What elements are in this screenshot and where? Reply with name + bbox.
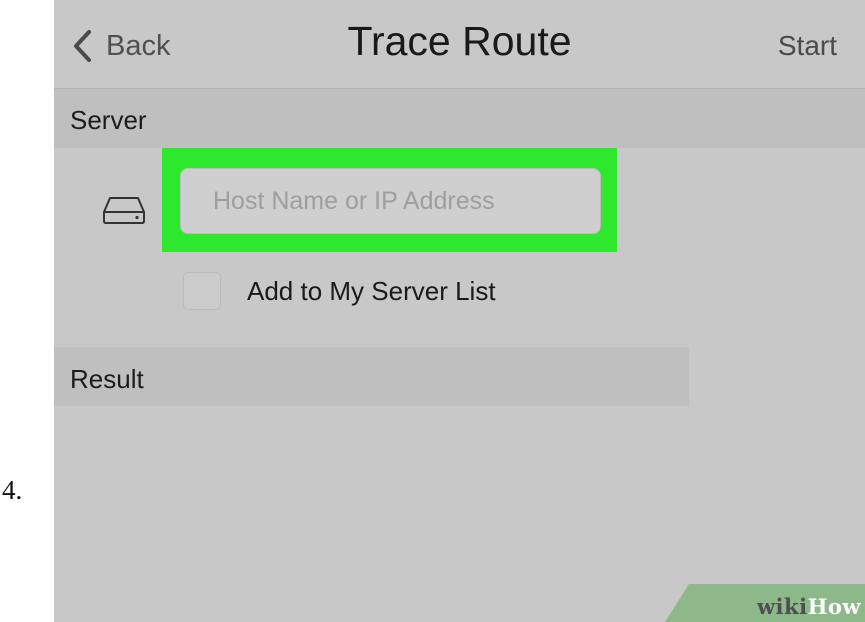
back-label: Back	[106, 29, 171, 62]
page-title: Trace Route	[347, 18, 572, 64]
chevron-left-icon	[74, 30, 91, 62]
server-header-label: Server	[70, 105, 147, 135]
result-header-label: Result	[70, 364, 144, 394]
navigation-bar: Back Trace Route Start	[54, 0, 865, 89]
watermark-text: wikiHow	[757, 594, 861, 619]
result-section-header: Result	[54, 347, 689, 406]
result-header-spacer	[689, 347, 865, 406]
app-screen: Back Trace Route Start Server Add to My …	[54, 0, 865, 622]
step-number: 4.	[2, 475, 23, 505]
input-highlight-box	[162, 148, 617, 252]
start-button[interactable]: Start	[778, 30, 837, 62]
back-button[interactable]: Back	[72, 26, 170, 66]
server-section: Add to My Server List	[54, 148, 865, 347]
add-to-server-list-option[interactable]: Add to My Server List	[183, 271, 496, 311]
watermark-how: How	[807, 594, 861, 619]
add-to-server-list-checkbox[interactable]	[183, 272, 221, 310]
watermark-wiki: wiki	[756, 594, 808, 619]
wikihow-watermark: wikiHow	[665, 584, 865, 622]
add-to-server-list-label: Add to My Server List	[247, 275, 496, 306]
host-name-input[interactable]	[180, 168, 601, 234]
server-section-header: Server	[54, 89, 865, 148]
hard-drive-icon	[103, 197, 145, 224]
